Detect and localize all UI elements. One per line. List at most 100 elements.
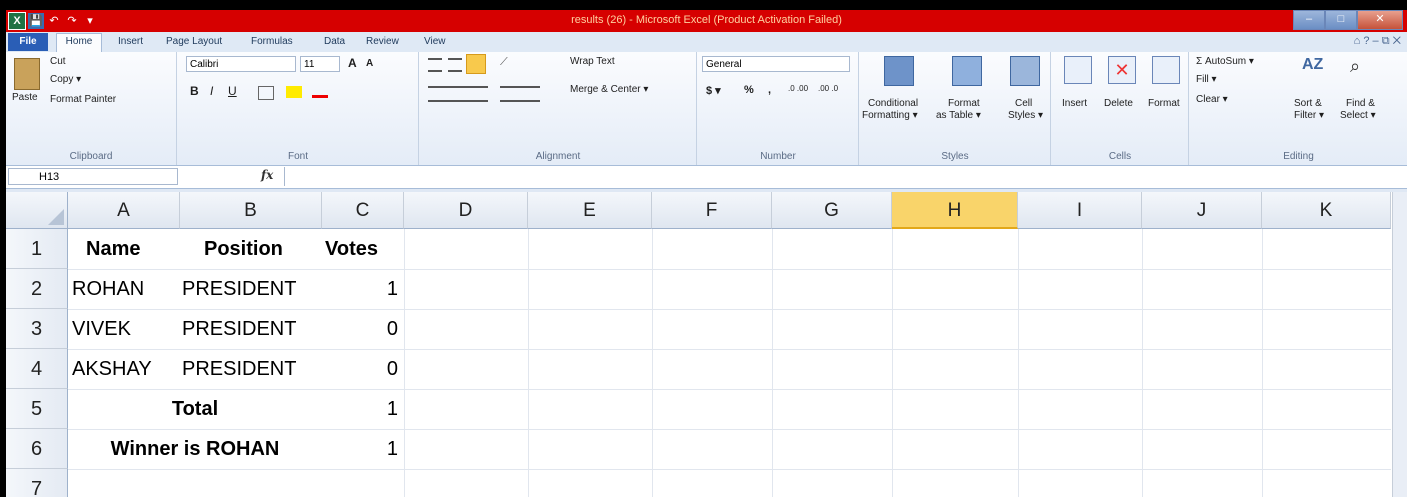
cell-c2[interactable]: 1	[322, 269, 398, 309]
close-button[interactable]: ✕	[1357, 10, 1403, 30]
font-color-icon[interactable]	[312, 86, 328, 98]
column-header-k[interactable]: K	[1262, 192, 1391, 229]
italic-button[interactable]: I	[210, 84, 213, 98]
tab-home[interactable]: Home	[56, 33, 102, 53]
cell-a4[interactable]: AKSHAY	[72, 349, 152, 389]
format-button[interactable]: Format	[1148, 98, 1180, 109]
column-header-i[interactable]: I	[1018, 192, 1142, 229]
conditional-formatting-button[interactable]: Conditional	[868, 98, 918, 109]
sort-filter-button[interactable]: Sort &	[1294, 98, 1322, 109]
row-header-1[interactable]: 1	[6, 229, 68, 269]
align-middle-icon[interactable]	[448, 58, 462, 72]
insert-button[interactable]: Insert	[1062, 98, 1087, 109]
column-header-b[interactable]: B	[180, 192, 322, 229]
help-window-icons[interactable]: ⌂ ? – ⧉ ✕	[1354, 35, 1401, 48]
bold-button[interactable]: B	[190, 84, 199, 98]
merge-center-button[interactable]: Merge & Center ▾	[570, 84, 648, 95]
autosum-button[interactable]: Σ AutoSum ▾	[1196, 56, 1254, 67]
clear-button[interactable]: Clear ▾	[1196, 94, 1228, 105]
tab-data[interactable]: Data	[324, 34, 345, 50]
insert-cells-icon[interactable]	[1064, 56, 1092, 84]
cell-c6[interactable]: 1	[322, 429, 398, 469]
delete-button[interactable]: Delete	[1104, 98, 1133, 109]
column-header-d[interactable]: D	[404, 192, 528, 229]
increase-decimal-button[interactable]: .0 .00	[788, 84, 808, 93]
tab-review[interactable]: Review	[366, 34, 399, 50]
formula-input[interactable]	[284, 167, 1407, 186]
row-header-2[interactable]: 2	[6, 269, 68, 309]
borders-icon[interactable]	[258, 86, 274, 100]
name-box[interactable]: H13	[8, 168, 178, 185]
wrap-text-button[interactable]: Wrap Text	[570, 56, 615, 67]
horizontal-align-icons[interactable]	[428, 86, 488, 102]
format-as-table-button-2[interactable]: as Table ▾	[936, 110, 981, 121]
paste-icon[interactable]	[14, 58, 40, 90]
conditional-formatting-button-2[interactable]: Formatting ▾	[862, 110, 918, 121]
format-painter-button[interactable]: Format Painter	[50, 94, 116, 105]
maximize-button[interactable]: □	[1325, 10, 1357, 30]
row-header-4[interactable]: 4	[6, 349, 68, 389]
column-header-f[interactable]: F	[652, 192, 772, 229]
insert-function-icon[interactable]: fx	[261, 168, 273, 182]
column-header-j[interactable]: J	[1142, 192, 1262, 229]
cell-c4[interactable]: 0	[322, 349, 398, 389]
cell-a5-merged[interactable]: Total	[68, 389, 322, 429]
cut-button[interactable]: Cut	[50, 56, 66, 67]
tab-formulas[interactable]: Formulas	[251, 34, 293, 50]
decrease-decimal-button[interactable]: .00 .0	[818, 84, 838, 93]
copy-button[interactable]: Copy ▾	[50, 74, 81, 85]
row-header-5[interactable]: 5	[6, 389, 68, 429]
comma-button[interactable]: ,	[768, 84, 771, 96]
column-header-a[interactable]: A	[68, 192, 180, 229]
tab-insert[interactable]: Insert	[118, 34, 143, 50]
row-header-7[interactable]: 7	[6, 469, 68, 497]
vertical-scrollbar[interactable]	[1392, 192, 1407, 497]
cell-a1[interactable]: Name	[86, 229, 140, 269]
conditional-formatting-icon[interactable]	[884, 56, 914, 86]
paste-button[interactable]: Paste	[12, 92, 38, 103]
cell-a6-merged[interactable]: Winner is ROHAN	[68, 429, 322, 469]
grow-font-button[interactable]: A	[348, 56, 357, 70]
cell-c1[interactable]: Votes	[325, 229, 378, 269]
cell-b4[interactable]: PRESIDENT	[182, 349, 296, 389]
find-select-button[interactable]: Find &	[1346, 98, 1375, 109]
row-header-6[interactable]: 6	[6, 429, 68, 469]
column-header-h[interactable]: H	[892, 192, 1018, 229]
cell-styles-button[interactable]: Cell	[1015, 98, 1032, 109]
align-bottom-icon[interactable]	[466, 54, 486, 74]
cell-b3[interactable]: PRESIDENT	[182, 309, 296, 349]
tab-page-layout[interactable]: Page Layout	[166, 34, 222, 50]
number-format-select[interactable]: General	[702, 56, 850, 72]
indent-icons[interactable]	[500, 86, 540, 102]
tab-view[interactable]: View	[424, 34, 446, 50]
format-cells-icon[interactable]	[1152, 56, 1180, 84]
shrink-font-button[interactable]: A	[366, 58, 373, 69]
cell-a2[interactable]: ROHAN	[72, 269, 144, 309]
cell-b1[interactable]: Position	[204, 229, 283, 269]
cell-c5[interactable]: 1	[322, 389, 398, 429]
tab-file[interactable]: File	[8, 33, 48, 51]
cell-styles-icon[interactable]	[1010, 56, 1040, 86]
cell-c3[interactable]: 0	[322, 309, 398, 349]
orientation-icon[interactable]: ⟋	[500, 56, 518, 68]
delete-cells-icon[interactable]: ✕	[1108, 56, 1136, 84]
column-header-e[interactable]: E	[528, 192, 652, 229]
percent-button[interactable]: %	[744, 84, 754, 96]
cell-b2[interactable]: PRESIDENT	[182, 269, 296, 309]
column-header-g[interactable]: G	[772, 192, 892, 229]
cell-a3[interactable]: VIVEK	[72, 309, 131, 349]
underline-button[interactable]: U	[228, 84, 237, 98]
sort-filter-button-2[interactable]: Filter ▾	[1294, 110, 1324, 121]
fill-color-icon[interactable]	[286, 86, 302, 98]
sort-filter-icon[interactable]: AZ	[1302, 56, 1328, 82]
select-all-button[interactable]	[6, 192, 68, 229]
currency-button[interactable]: $ ▾	[706, 84, 721, 97]
fill-button[interactable]: Fill ▾	[1196, 74, 1217, 85]
find-select-icon[interactable]: ⌕	[1350, 56, 1376, 82]
font-size-select[interactable]: 11	[300, 56, 340, 72]
row-header-3[interactable]: 3	[6, 309, 68, 349]
font-name-select[interactable]: Calibri	[186, 56, 296, 72]
find-select-button-2[interactable]: Select ▾	[1340, 110, 1376, 121]
format-table-icon[interactable]	[952, 56, 982, 86]
cell-styles-button-2[interactable]: Styles ▾	[1008, 110, 1043, 121]
